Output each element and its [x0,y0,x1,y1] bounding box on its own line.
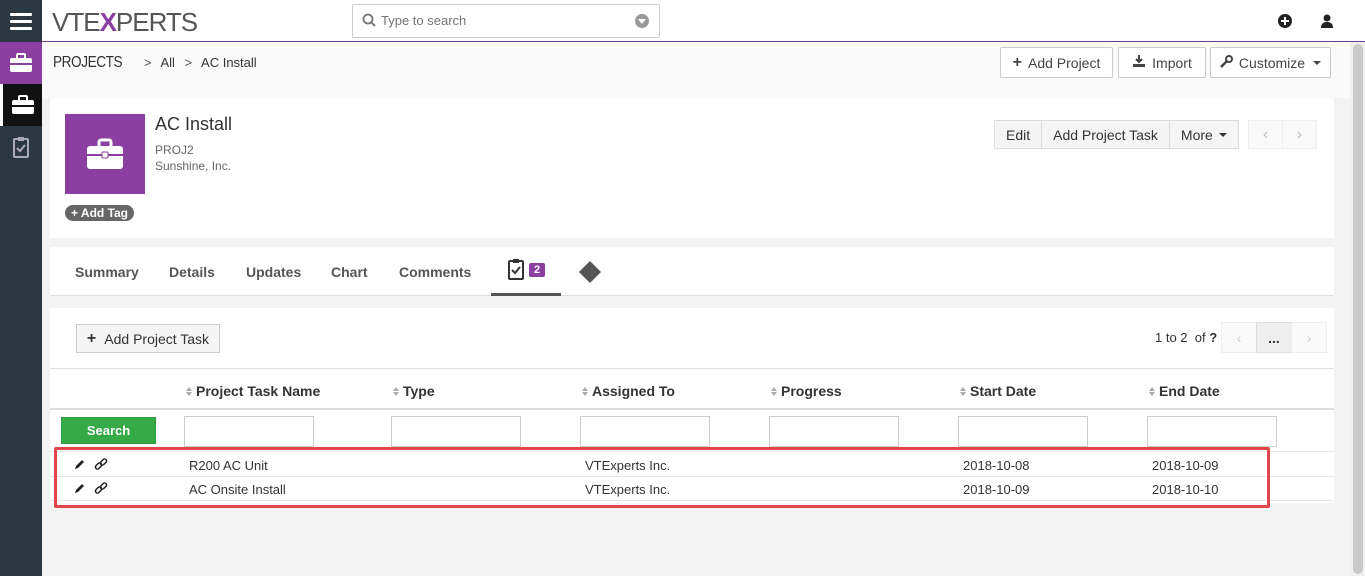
top-bar: VTEXPERTS [42,0,1365,42]
caret-down-icon [1218,132,1227,137]
rail-projects-icon[interactable] [0,42,42,84]
table-row[interactable]: R200 AC Unit VTExperts Inc. 2018-10-08 2… [50,453,1334,477]
column-header-type[interactable]: Type [393,383,435,399]
tab-details[interactable]: Details [169,247,215,296]
rail-tasks-clipboard-icon[interactable] [0,126,42,168]
customize-button[interactable]: Customize [1210,47,1331,78]
column-header-start-date[interactable]: Start Date [960,383,1036,399]
sort-icon [582,386,588,396]
record-organization[interactable]: Sunshine, Inc. [155,159,231,173]
previous-page-chevron-icon[interactable]: ‹ [1221,322,1257,353]
task-name-cell[interactable]: AC Onsite Install [189,482,286,497]
tab-milestones-diamond-icon[interactable] [578,247,602,296]
tab-comments[interactable]: Comments [399,247,471,296]
pagination-info: 1 to 2 of ? [1155,330,1218,345]
column-header-task-name[interactable]: Project Task Name [186,383,320,399]
rail-project-detail-icon[interactable] [0,84,42,126]
end-date-cell: 2018-10-10 [1152,482,1219,497]
wrench-icon [1220,54,1233,71]
edit-pencil-icon[interactable] [74,482,86,499]
search-filter-dropdown-icon[interactable] [635,14,649,28]
breadcrumb-list[interactable]: All [160,55,174,70]
caret-down-icon [1313,60,1322,65]
search-icon [362,13,376,30]
hamburger-menu-icon[interactable] [0,0,42,42]
page-jump-button[interactable]: ... [1256,322,1292,353]
add-project-button[interactable]: + Add Project [1000,47,1113,78]
search-button[interactable]: Search [61,417,156,444]
record-tabs: Summary Details Updates Chart Comments 2 [50,247,1334,296]
start-date-cell: 2018-10-08 [963,458,1030,473]
edit-pencil-icon[interactable] [74,458,86,475]
assigned-to-cell: VTExperts Inc. [585,482,671,497]
tab-summary[interactable]: Summary [75,247,139,296]
record-header: AC Install PROJ2 Sunshine, Inc. + Add Ta… [50,98,1334,238]
filter-progress-input[interactable] [769,416,899,447]
sort-icon [393,386,399,396]
user-profile-icon[interactable] [1321,14,1333,31]
column-header-end-date[interactable]: End Date [1149,383,1220,399]
plus-icon: + [1012,53,1022,71]
filter-start-date-input[interactable] [958,416,1088,447]
plus-icon: + [71,206,79,220]
add-project-task-list-button[interactable]: + Add Project Task [76,324,220,353]
tasks-count-badge: 2 [528,263,546,277]
quick-create-plus-icon[interactable] [1278,14,1292,28]
unlink-chain-icon[interactable] [94,458,108,475]
record-actions: Edit Add Project Task More [994,120,1239,149]
start-date-cell: 2018-10-09 [963,482,1030,497]
breadcrumb-record: AC Install [201,55,257,70]
filter-row: Search [50,410,1334,452]
task-name-cell[interactable]: R200 AC Unit [189,458,268,473]
plus-icon: + [86,329,97,347]
tab-updates[interactable]: Updates [246,247,301,296]
filter-end-date-input[interactable] [1147,416,1277,447]
add-tag-button[interactable]: + Add Tag [65,205,135,221]
record-navigation: ‹ › [1248,120,1317,149]
record-title: AC Install [155,114,233,134]
sub-header: PROJECTS > All > AC Install + Add Projec… [42,42,1365,98]
column-header-progress[interactable]: Progress [771,383,842,399]
pagination-controls: ‹ ... › [1221,322,1327,353]
download-icon [1132,54,1146,71]
tasks-clipboard-icon [507,258,525,283]
left-rail [0,0,42,576]
total-count-link[interactable]: ? [1209,330,1217,345]
breadcrumb: PROJECTS > All > AC Install [53,54,257,72]
filter-type-input[interactable] [391,416,521,447]
chevron-right-icon: > [184,55,193,70]
edit-button[interactable]: Edit [994,120,1043,149]
next-page-chevron-icon[interactable]: › [1291,322,1327,353]
search-input[interactable] [381,13,621,28]
table-header: Project Task Name Type Assigned To Progr… [50,368,1334,410]
project-briefcase-icon [65,114,145,194]
next-record-chevron-icon[interactable]: › [1282,120,1317,149]
breadcrumb-module[interactable]: PROJECTS [53,54,123,72]
filter-assigned-to-input[interactable] [580,416,710,447]
scrollbar-thumb[interactable] [1353,44,1363,574]
import-button[interactable]: Import [1118,47,1206,78]
page-scrollbar[interactable] [1350,42,1365,576]
brand-logo[interactable]: VTEXPERTS [52,7,198,38]
project-tasks-list: + Add Project Task 1 to 2 of ? ‹ ... › P… [50,308,1334,503]
table-row[interactable]: AC Onsite Install VTExperts Inc. 2018-10… [50,477,1334,501]
assigned-to-cell: VTExperts Inc. [585,458,671,473]
sort-icon [960,386,966,396]
tab-chart[interactable]: Chart [331,247,368,296]
sort-icon [1149,386,1155,396]
column-header-assigned-to[interactable]: Assigned To [582,383,675,399]
chevron-right-icon: > [143,55,152,70]
more-button[interactable]: More [1168,120,1239,149]
global-search[interactable] [352,4,660,38]
previous-record-chevron-icon[interactable]: ‹ [1248,120,1283,149]
filter-task-name-input[interactable] [184,416,314,447]
tab-project-tasks[interactable]: 2 [491,247,561,296]
sort-icon [186,386,192,396]
sort-icon [771,386,777,396]
unlink-chain-icon[interactable] [94,482,108,499]
end-date-cell: 2018-10-09 [1152,458,1219,473]
record-code: PROJ2 [155,143,194,157]
add-project-task-button[interactable]: Add Project Task [1041,120,1170,149]
